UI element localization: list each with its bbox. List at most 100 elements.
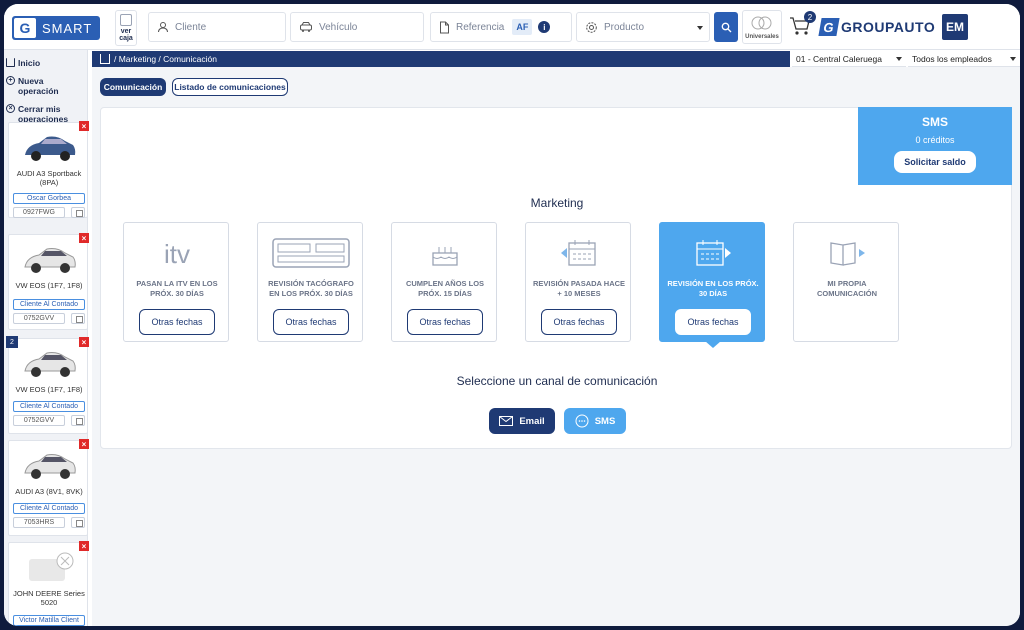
g-logo-icon: G bbox=[14, 18, 36, 38]
branch-select[interactable]: 01 - Central Caleruega bbox=[792, 51, 906, 67]
otras-fechas-button[interactable]: Otras fechas bbox=[139, 309, 215, 335]
car-image bbox=[24, 454, 76, 479]
option-label: PASAN LA ITV EN LOS PRÓX. 30 DÍAS bbox=[136, 279, 218, 298]
main-content: Comunicación Listado de comunicaciones S… bbox=[92, 67, 1020, 626]
option-mi-propia-comunicacion[interactable]: MI PROPIA COMUNICACIÓN bbox=[793, 222, 899, 342]
gear-icon bbox=[586, 21, 597, 33]
operation-card[interactable]: × AUDI A3 Sportback (8PA) Oscar Gorbea 0… bbox=[8, 121, 89, 218]
birthday-cake-icon bbox=[432, 247, 458, 266]
sidebar-item-label: Inicio bbox=[18, 58, 41, 68]
branch-value: 01 - Central Caleruega bbox=[796, 53, 882, 64]
car-image bbox=[24, 352, 76, 377]
card-client[interactable]: Cliente Al Contado bbox=[13, 503, 85, 514]
otras-fechas-button[interactable]: Otras fechas bbox=[273, 309, 349, 335]
producto-placeholder: Producto bbox=[604, 21, 645, 33]
calendar-back-icon bbox=[561, 240, 596, 266]
card-client[interactable]: Cliente Al Contado bbox=[13, 401, 85, 412]
cliente-field[interactable]: Cliente bbox=[148, 12, 286, 42]
sidebar-item-nueva-operacion[interactable]: + Nueva operación bbox=[4, 72, 87, 100]
card-client[interactable]: Victor Matilla Client bbox=[13, 615, 85, 626]
close-icon[interactable]: × bbox=[79, 541, 89, 551]
calendar-forward-icon bbox=[696, 240, 731, 266]
car-image bbox=[24, 248, 76, 273]
ver-caja-button[interactable]: ver caja bbox=[115, 10, 137, 46]
card-client[interactable]: Cliente Al Contado bbox=[13, 299, 85, 310]
search-button[interactable] bbox=[714, 12, 738, 42]
document-icon bbox=[440, 21, 449, 33]
close-icon[interactable]: × bbox=[79, 121, 89, 131]
sidebar-item-inicio[interactable]: Inicio bbox=[4, 54, 87, 72]
option-itv[interactable]: itv PASAN LA ITV EN LOS PRÓX. 30 DÍAS Ot… bbox=[123, 222, 229, 342]
sidebar-item-label: Cerrar mis operaciones bbox=[18, 104, 69, 124]
person-icon bbox=[158, 22, 168, 33]
card-plate: 0752GVV bbox=[13, 313, 65, 324]
otras-fechas-button[interactable]: Otras fechas bbox=[407, 309, 483, 335]
ver-caja-label: ver caja bbox=[119, 28, 133, 42]
plus-circle-icon: + bbox=[6, 76, 15, 85]
copy-icon[interactable] bbox=[71, 313, 85, 324]
operation-card[interactable]: × AUDI A3 (8V1, 8VK) Cliente Al Contado … bbox=[8, 439, 89, 536]
option-revision-pasada[interactable]: REVISIÓN PASADA HACE + 10 MESES Otras fe… bbox=[525, 222, 631, 342]
option-revision-proxima[interactable]: REVISIÓN EN LOS PRÓX. 30 DÍAS Otras fech… bbox=[659, 222, 765, 348]
card-plate: 0927FWG bbox=[13, 207, 65, 218]
close-icon[interactable]: × bbox=[79, 233, 89, 243]
home-icon bbox=[6, 58, 15, 67]
email-channel-button[interactable]: Email bbox=[489, 408, 555, 434]
option-label: CUMPLEN AÑOS LOS PRÓX. 15 DÍAS bbox=[405, 279, 485, 298]
universales-label: Universales bbox=[745, 34, 779, 40]
cash-register-icon bbox=[120, 14, 132, 26]
card-client[interactable]: Oscar Gorbea bbox=[13, 193, 85, 204]
groupauto-mark-icon: G bbox=[818, 18, 840, 36]
referencia-field[interactable]: Referencia AF i bbox=[430, 12, 572, 42]
app-window: G SMART ver caja Cliente Vehículo Refere… bbox=[4, 4, 1020, 626]
operation-card[interactable]: × JOHN DEERE Series 5020 Victor Matilla … bbox=[8, 541, 89, 626]
producto-select[interactable]: Producto bbox=[576, 12, 710, 42]
employees-select[interactable]: Todos los empleados bbox=[908, 51, 1020, 67]
solicitar-saldo-button[interactable]: Solicitar saldo bbox=[894, 151, 976, 173]
otras-fechas-button[interactable]: Otras fechas bbox=[675, 309, 751, 335]
envelope-icon bbox=[499, 416, 514, 426]
close-icon[interactable]: × bbox=[79, 439, 89, 449]
card-model: VW EOS (1F7, 1F8) bbox=[15, 385, 83, 394]
copy-icon[interactable] bbox=[71, 415, 85, 426]
user-avatar[interactable]: EM bbox=[942, 14, 968, 40]
otras-fechas-button[interactable]: Otras fechas bbox=[541, 309, 617, 335]
info-icon[interactable]: i bbox=[538, 21, 551, 33]
card-model: JOHN DEERE Series 5020 bbox=[13, 589, 85, 607]
copy-icon[interactable] bbox=[71, 517, 85, 528]
book-send-icon bbox=[830, 242, 865, 266]
email-label: Email bbox=[519, 415, 545, 427]
left-sidebar: Inicio + Nueva operación × Cerrar mis op… bbox=[4, 50, 89, 626]
vehiculo-placeholder: Vehículo bbox=[319, 21, 358, 33]
tab-comunicacion[interactable]: Comunicación bbox=[100, 78, 166, 96]
app-name: SMART bbox=[42, 20, 93, 36]
sidebar-item-label: Nueva operación bbox=[18, 76, 59, 96]
breadcrumb-text: / Marketing / Comunicación bbox=[114, 54, 217, 64]
sms-credits: 0 créditos bbox=[915, 135, 955, 145]
card-number-badge: 2 bbox=[6, 336, 18, 348]
card-plate: 0752GVV bbox=[13, 415, 65, 426]
employees-value: Todos los empleados bbox=[912, 53, 992, 64]
groupauto-text: GROUPAUTO bbox=[841, 19, 936, 35]
sms-label: SMS bbox=[594, 415, 616, 427]
smart-logo[interactable]: G SMART bbox=[12, 16, 100, 40]
operation-card[interactable]: 2 × VW EOS (1F7, 1F8) Cliente Al Contado… bbox=[6, 336, 89, 434]
operation-card[interactable]: × VW EOS (1F7, 1F8) Cliente Al Contado 0… bbox=[8, 233, 89, 330]
option-cumpleanos[interactable]: CUMPLEN AÑOS LOS PRÓX. 15 DÍAS Otras fec… bbox=[391, 222, 497, 342]
af-toggle[interactable]: AF bbox=[512, 19, 533, 35]
close-icon[interactable]: × bbox=[79, 337, 89, 347]
search-icon bbox=[721, 22, 731, 32]
sms-channel-button[interactable]: SMS bbox=[564, 408, 626, 434]
referencia-placeholder: Referencia bbox=[456, 21, 505, 33]
universales-button[interactable]: Universales bbox=[742, 10, 782, 44]
option-tacografo[interactable]: REVISIÓN TACÓGRAFO EN LOS PRÓX. 30 DÍAS … bbox=[257, 222, 363, 342]
home-icon[interactable] bbox=[100, 54, 110, 64]
channel-title: Seleccione un canal de comunicación bbox=[456, 374, 658, 388]
selected-pointer bbox=[705, 341, 721, 348]
option-label: MI PROPIA COMUNICACIÓN bbox=[817, 279, 877, 298]
cart-button[interactable]: 2 bbox=[788, 11, 816, 43]
tab-listado-comunicaciones[interactable]: Listado de comunicaciones bbox=[172, 78, 288, 96]
copy-icon[interactable] bbox=[71, 207, 85, 218]
vehiculo-field[interactable]: Vehículo bbox=[290, 12, 424, 42]
tachograph-icon bbox=[272, 238, 350, 268]
